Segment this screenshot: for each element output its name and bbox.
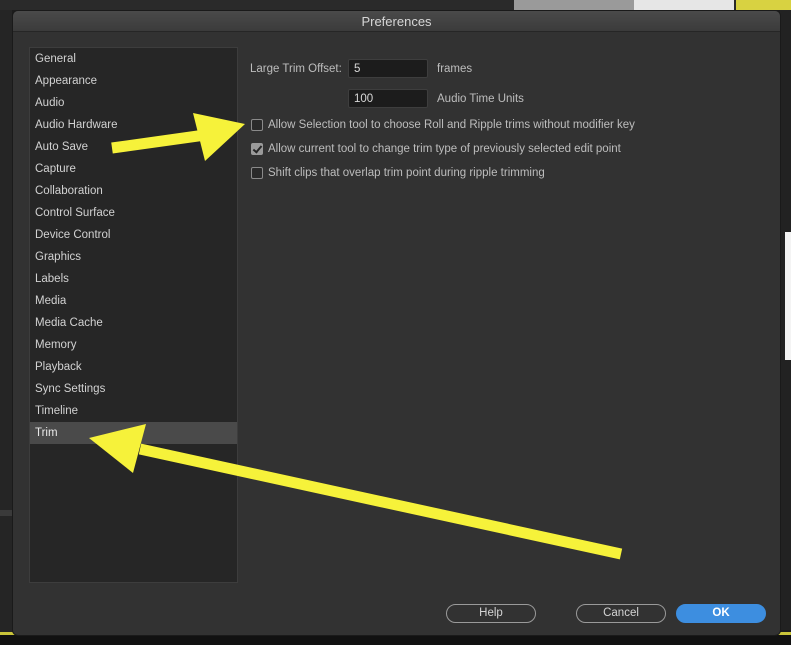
category-item-general[interactable]: General [30, 48, 237, 70]
category-item-labels[interactable]: Labels [30, 268, 237, 290]
shift-clips-overlap-checkbox[interactable] [251, 167, 263, 179]
shift-clips-overlap-label: Shift clips that overlap trim point duri… [268, 167, 545, 179]
audio-time-units-input[interactable] [348, 89, 428, 108]
category-item-auto-save[interactable]: Auto Save [30, 136, 237, 158]
background-app-left [0, 10, 12, 632]
category-item-timeline[interactable]: Timeline [30, 400, 237, 422]
selection-tool-roll-ripple-checkbox[interactable] [251, 119, 263, 131]
category-item-device-control[interactable]: Device Control [30, 224, 237, 246]
frames-input[interactable] [348, 59, 428, 78]
background-panel-highlight [736, 0, 791, 10]
category-list[interactable]: General Appearance Audio Audio Hardware Auto… [29, 47, 238, 583]
audio-time-units-row: Audio Time Units [348, 89, 524, 108]
category-item-appearance[interactable]: Appearance [30, 70, 237, 92]
background-app-panel [785, 232, 791, 360]
background-app-mark [0, 510, 12, 516]
large-trim-offset-row: Large Trim Offset: frames [250, 59, 472, 78]
category-item-control-surface[interactable]: Control Surface [30, 202, 237, 224]
ok-button[interactable]: OK [676, 604, 766, 623]
current-tool-trim-type-label: Allow current tool to change trim type o… [268, 143, 621, 155]
frames-unit-label: frames [437, 62, 473, 75]
category-item-playback[interactable]: Playback [30, 356, 237, 378]
category-item-audio-hardware[interactable]: Audio Hardware [30, 114, 237, 136]
category-item-collaboration[interactable]: Collaboration [30, 180, 237, 202]
preferences-dialog: Preferences General Appearance Audio Audio … [12, 10, 781, 636]
help-button[interactable]: Help [446, 604, 536, 623]
category-item-sync-settings[interactable]: Sync Settings [30, 378, 237, 400]
large-trim-offset-label: Large Trim Offset: [250, 62, 342, 75]
background-panel-segment [514, 0, 634, 10]
cancel-button[interactable]: Cancel [576, 604, 666, 623]
category-item-audio[interactable]: Audio [30, 92, 237, 114]
category-item-trim[interactable]: Trim [30, 422, 237, 444]
audio-time-units-label: Audio Time Units [437, 92, 524, 105]
category-item-memory[interactable]: Memory [30, 334, 237, 356]
option-row-shift-clips[interactable]: Shift clips that overlap trim point duri… [251, 167, 545, 179]
option-row-current-tool[interactable]: Allow current tool to change trim type o… [251, 143, 621, 155]
background-panel-segment [634, 0, 734, 10]
category-item-graphics[interactable]: Graphics [30, 246, 237, 268]
category-item-media[interactable]: Media [30, 290, 237, 312]
category-item-capture[interactable]: Capture [30, 158, 237, 180]
background-app-bottom [0, 635, 791, 645]
current-tool-trim-type-checkbox[interactable] [251, 143, 263, 155]
selection-tool-roll-ripple-label: Allow Selection tool to choose Roll and … [268, 119, 635, 131]
option-row-selection-tool[interactable]: Allow Selection tool to choose Roll and … [251, 119, 635, 131]
dialog-title: Preferences [13, 11, 780, 32]
category-item-media-cache[interactable]: Media Cache [30, 312, 237, 334]
